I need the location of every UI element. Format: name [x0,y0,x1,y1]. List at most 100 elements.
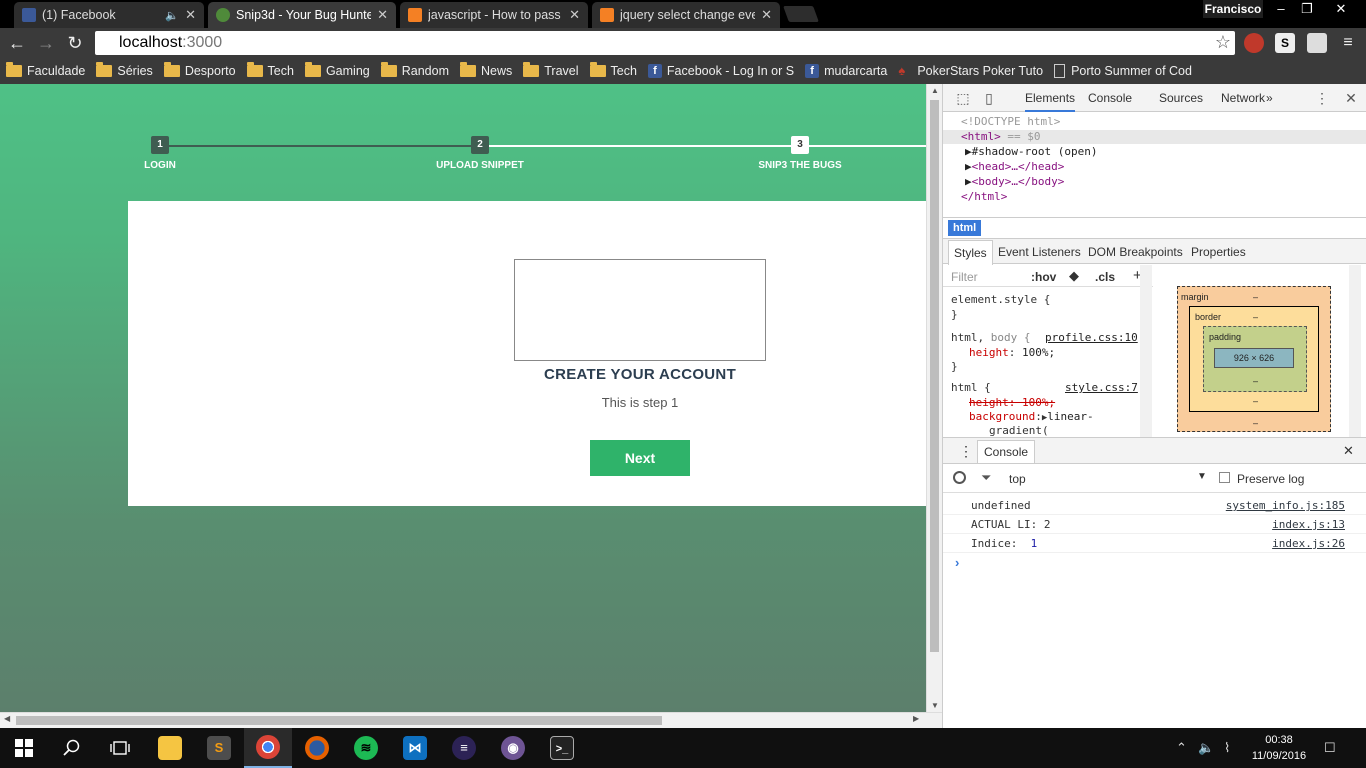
back-button[interactable]: ← [6,32,28,54]
scroll-down-arrow-icon[interactable]: ▼ [927,701,943,710]
tab-event-listeners[interactable]: Event Listeners [998,245,1081,259]
s-extension-icon[interactable]: S [1275,33,1295,53]
bookmark-gaming[interactable]: Gaming [304,62,370,78]
new-tab-button[interactable] [783,6,819,22]
taskbar-spotify[interactable]: ≋ [342,728,390,768]
forward-button[interactable]: → [35,32,57,54]
bookmark-random[interactable]: Random [380,62,449,78]
bookmark-mudarcarta[interactable]: f mudarcarta [805,64,887,78]
taskbar-chrome[interactable] [244,728,292,768]
box-model-content[interactable]: 926 × 626 [1214,348,1294,368]
tab-styles[interactable]: Styles [948,240,993,265]
profile-css-link[interactable]: profile.css:10 [1045,331,1138,344]
close-window-button[interactable]: ✕ [1328,0,1354,18]
maximize-button[interactable]: ❐ [1294,0,1320,18]
close-drawer-icon[interactable]: ✕ [1343,443,1354,459]
extension-icon[interactable] [1307,33,1327,53]
drawer-menu-icon[interactable]: ⋮ [959,443,973,460]
cls-toggle[interactable]: .cls [1095,270,1115,284]
notifications-icon[interactable]: ☐ [1324,740,1336,756]
close-devtools-icon[interactable]: ✕ [1343,90,1359,106]
taskbar-vscode[interactable]: ⋈ [391,728,439,768]
rule-selector[interactable]: html, [951,331,984,344]
overridden-property[interactable]: height: 100%; [969,396,1055,409]
menu-icon[interactable]: ≡ [1338,33,1358,53]
minimize-button[interactable]: – [1268,0,1294,18]
box-model-scrollbar[interactable] [1349,265,1361,437]
expand-triangle-icon[interactable]: ▶ [965,145,972,158]
bookmark-porto-summer[interactable]: Porto Summer of Cod [1054,64,1192,78]
volume-icon[interactable]: 🔈 [1198,740,1214,756]
close-tab-icon[interactable]: ✕ [761,7,772,23]
bookmark-series[interactable]: Séries [96,62,153,78]
taskbar-file-explorer[interactable] [146,728,194,768]
css-property[interactable]: background [969,410,1035,423]
bookmark-pokerstars[interactable]: ♠ PokerStars Poker Tuto [898,64,1043,79]
wifi-icon[interactable]: ⌇ [1224,740,1230,756]
drawer-tab-console[interactable]: Console [977,440,1036,463]
tab-facebook[interactable]: (1) Facebook 🔈 ✕ [14,2,204,28]
tab-properties[interactable]: Properties [1191,245,1246,259]
bookmark-travel[interactable]: Travel [523,62,579,78]
bookmark-tech-2[interactable]: Tech [589,62,637,78]
context-select[interactable]: top [1009,472,1026,486]
close-tab-icon[interactable]: ✕ [377,7,388,23]
bookmark-facebook-login[interactable]: f Facebook - Log In or S [647,64,794,78]
tab-javascript[interactable]: javascript - How to pass p ✕ [400,2,588,28]
system-clock[interactable]: 00:38 11/09/2016 [1244,732,1314,764]
bookmark-desporto[interactable]: Desporto [163,62,236,78]
step-3-marker[interactable]: 3 [791,136,809,154]
bookmark-tech[interactable]: Tech [246,62,294,78]
search-button[interactable] [48,728,96,768]
log-source-link[interactable]: index.js:26 [1272,537,1345,550]
color-format-icon[interactable]: ◆ [1069,268,1079,284]
close-tab-icon[interactable]: ✕ [569,7,580,23]
scrollbar-thumb[interactable] [930,100,939,652]
body-node[interactable]: <body>…</body> [972,175,1065,188]
device-toolbar-icon[interactable]: ▯ [981,90,997,106]
shadow-root-node[interactable]: #shadow-root (open) [972,145,1098,158]
taskbar-sublime-text[interactable]: S [195,728,243,768]
styles-filter-input[interactable]: Filter [951,270,978,284]
tab-snip3d[interactable]: Snip3d - Your Bug Hunter ✕ [208,2,396,28]
inspect-element-icon[interactable]: ⬚ [955,90,971,106]
ublock-extension-icon[interactable] [1244,33,1264,53]
task-view-button[interactable] [96,728,144,768]
devtools-menu-icon[interactable]: ⋮ [1314,90,1330,106]
clear-console-icon[interactable] [953,471,966,484]
page-horizontal-scrollbar[interactable]: ◀ ▶ [0,712,942,728]
filter-icon[interactable]: ⏷ [981,470,991,486]
bookmark-star-icon[interactable]: ☆ [1215,32,1231,53]
preserve-log-checkbox[interactable] [1219,472,1230,483]
taskbar-terminal[interactable]: >_ [538,728,586,768]
log-source-link[interactable]: index.js:13 [1272,518,1345,531]
scrollbar-thumb[interactable] [16,716,662,725]
html-close-node[interactable]: </html> [961,190,1007,203]
tab-dom-breakpoints[interactable]: DOM Breakpoints [1088,245,1183,259]
taskbar-eclipse[interactable]: ≡ [440,728,488,768]
taskbar-firefox[interactable] [293,728,341,768]
reload-button[interactable]: ↻ [64,32,86,54]
profile-button[interactable]: Francisco [1203,0,1263,18]
css-value[interactable]: 100%; [1022,346,1055,359]
tab-sources[interactable]: Sources [1159,91,1203,105]
breadcrumb-html[interactable]: html [948,220,982,236]
head-node[interactable]: <head>…</head> [972,160,1065,173]
bookmark-news[interactable]: News [459,62,512,78]
html-node[interactable]: <html> [961,130,1001,143]
tab-network[interactable]: Network [1221,91,1265,105]
chevron-down-icon[interactable]: ▼ [1197,471,1207,482]
bookmark-faculdade[interactable]: Faculdade [6,62,85,78]
console-prompt[interactable]: › [955,555,959,570]
tab-jquery[interactable]: jquery select change even ✕ [592,2,780,28]
log-source-link[interactable]: system_info.js:185 [1226,499,1345,512]
styles-scrollbar[interactable] [1140,265,1152,437]
close-tab-icon[interactable]: ✕ [185,7,196,23]
next-button[interactable]: Next [590,440,690,476]
expand-triangle-icon[interactable]: ▶ [965,175,972,188]
rule-selector[interactable]: html { [951,381,991,394]
css-value[interactable]: linear- [1047,410,1093,423]
address-bar[interactable]: localhost:3000 ☆ [95,31,1235,55]
speaker-icon[interactable]: 🔈 [165,9,179,22]
css-property[interactable]: height [969,346,1009,359]
